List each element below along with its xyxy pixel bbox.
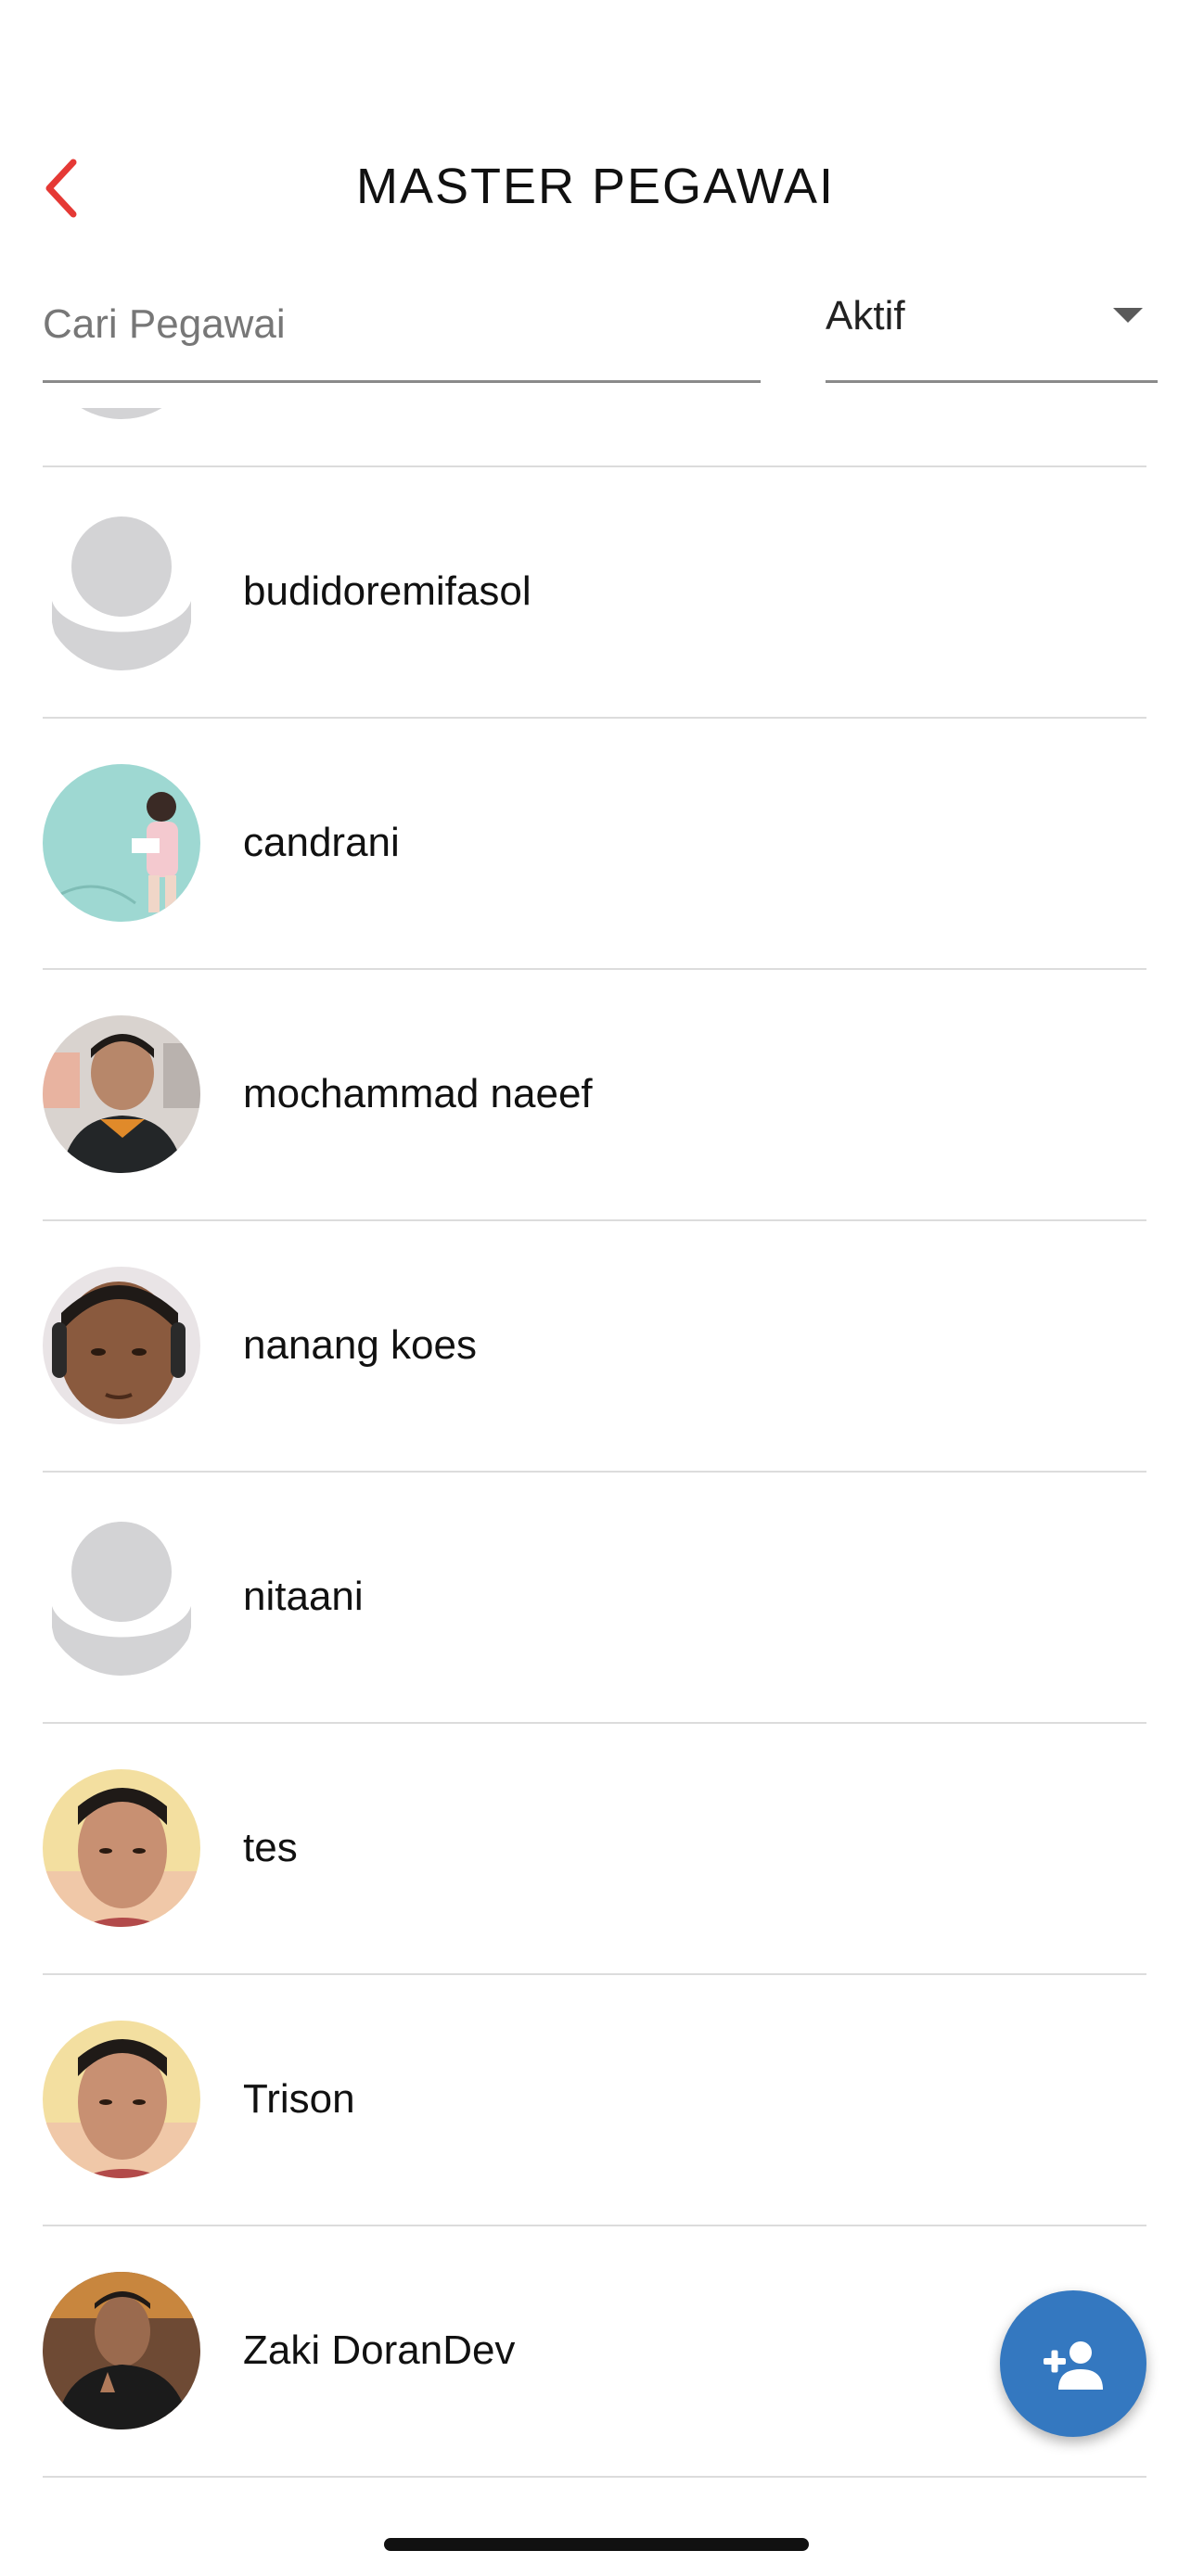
list-item[interactable] bbox=[43, 408, 1146, 467]
search-field bbox=[43, 278, 761, 383]
list-item[interactable]: tes bbox=[43, 1723, 1146, 1975]
employee-photo bbox=[43, 2272, 200, 2429]
app-screen: MASTER PEGAWAI Aktif bbox=[0, 0, 1191, 2576]
employee-photo bbox=[43, 2021, 200, 2178]
employee-photo bbox=[43, 1015, 200, 1173]
employee-name: tes bbox=[243, 1825, 298, 1870]
app-header: MASTER PEGAWAI bbox=[0, 139, 1191, 241]
list-item[interactable]: mochammad naeef bbox=[43, 969, 1146, 1221]
status-filter-value: Aktif bbox=[826, 293, 905, 338]
add-employee-button[interactable] bbox=[1000, 2290, 1146, 2437]
employee-name: budidoremifasol bbox=[243, 568, 531, 614]
default-avatar-icon bbox=[43, 408, 200, 419]
employee-list[interactable]: budidoremifasol candrani mochammad naeef… bbox=[0, 408, 1191, 2522]
employee-name: Trison bbox=[243, 2076, 355, 2122]
employee-photo bbox=[43, 1769, 200, 1927]
employee-name: mochammad naeef bbox=[243, 1071, 593, 1116]
employee-name: Zaki DoranDev bbox=[243, 2327, 516, 2373]
employee-name: nanang koes bbox=[243, 1322, 477, 1368]
default-avatar-icon bbox=[43, 1518, 200, 1676]
list-item[interactable]: nanang koes bbox=[43, 1220, 1146, 1473]
page-title: MASTER PEGAWAI bbox=[355, 159, 836, 214]
status-filter-dropdown[interactable]: Aktif bbox=[826, 278, 1158, 383]
list-item[interactable]: Trison bbox=[43, 1974, 1146, 2226]
caret-down-icon bbox=[1113, 308, 1143, 323]
list-item[interactable]: nitaani bbox=[43, 1472, 1146, 1724]
employee-name: nitaani bbox=[243, 1574, 364, 1619]
list-item[interactable]: Zaki DoranDev bbox=[43, 2225, 1146, 2478]
list-item[interactable]: budidoremifasol bbox=[43, 466, 1146, 719]
home-indicator[interactable] bbox=[384, 2538, 809, 2551]
add-person-icon bbox=[1044, 2341, 1103, 2390]
employee-name: candrani bbox=[243, 820, 400, 865]
employee-photo bbox=[43, 1267, 200, 1424]
search-input[interactable] bbox=[43, 278, 761, 371]
employee-photo bbox=[43, 764, 200, 922]
list-item[interactable]: candrani bbox=[43, 718, 1146, 970]
default-avatar-icon bbox=[43, 513, 200, 670]
